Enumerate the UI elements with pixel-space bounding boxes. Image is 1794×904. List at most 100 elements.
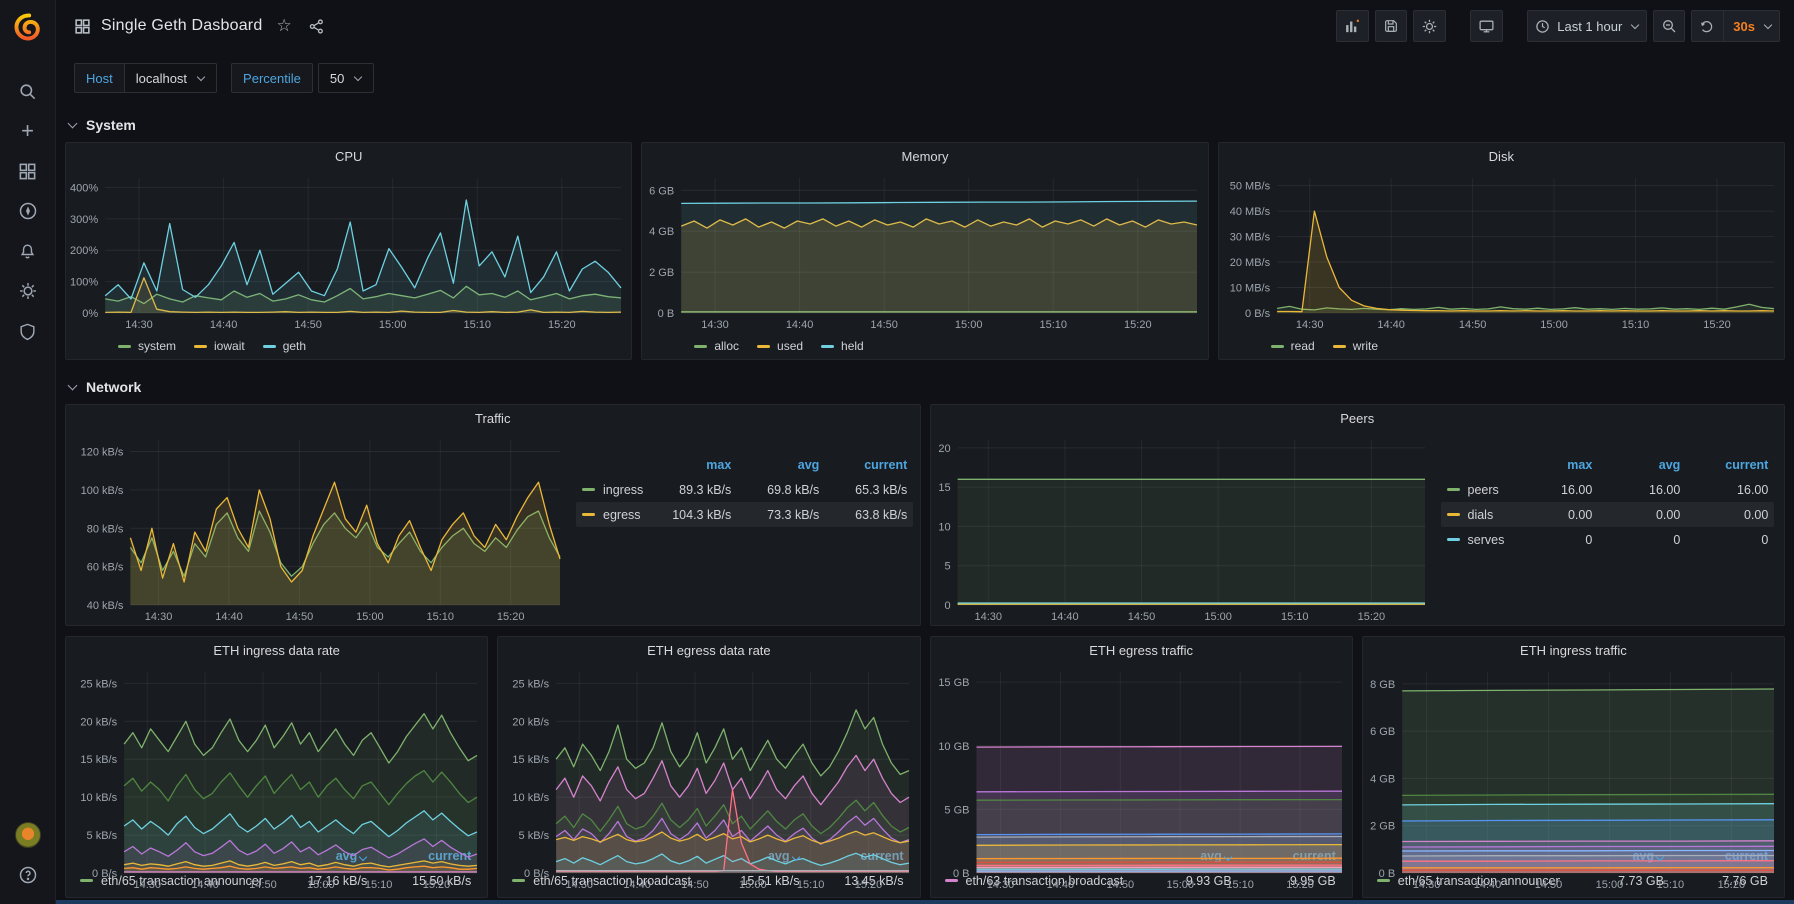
- zoom-out-time-button[interactable]: [1653, 10, 1685, 42]
- alerting-bell-icon[interactable]: [11, 238, 45, 264]
- eth-ingress-data-rate-chart[interactable]: 0 B/s5 kB/s10 kB/s15 kB/s20 kB/s25 kB/s1…: [66, 664, 487, 843]
- legend-row-serves[interactable]: serves000: [1441, 527, 1775, 552]
- legend-sort-header-current[interactable]: current: [819, 458, 907, 472]
- cpu-chart[interactable]: 0%100%200%300%400%14:3014:4014:5015:0015…: [66, 170, 631, 333]
- percentile-select[interactable]: 50: [318, 63, 374, 93]
- panel-title-disk[interactable]: Disk: [1219, 143, 1784, 170]
- legend-value: 16.00: [1504, 483, 1592, 497]
- dashboards-icon[interactable]: [11, 158, 45, 184]
- legend-row-egress[interactable]: egress104.3 kB/s73.3 kB/s63.8 kB/s: [576, 502, 913, 527]
- chevron-down-icon: [68, 380, 78, 390]
- search-icon[interactable]: [11, 78, 45, 104]
- legend-sort-header-max[interactable]: max: [1504, 458, 1592, 472]
- eth-egress-data-rate-chart[interactable]: 0 B/s5 kB/s10 kB/s15 kB/s20 kB/s25 kB/s1…: [498, 664, 919, 843]
- svg-text:80 kB/s: 80 kB/s: [87, 523, 124, 535]
- panel-title-peers[interactable]: Peers: [931, 405, 1785, 432]
- svg-text:15:10: 15:10: [1621, 319, 1649, 331]
- legend-item-label: iowait: [214, 339, 245, 353]
- user-avatar[interactable]: [15, 822, 41, 848]
- panel-title-eth-ingress-data-rate[interactable]: ETH ingress data rate: [66, 637, 487, 664]
- add-panel-button[interactable]: [1336, 10, 1369, 42]
- svg-text:15:00: 15:00: [379, 319, 407, 331]
- series-swatch: [757, 345, 770, 348]
- dashboard-settings-button[interactable]: [1413, 10, 1446, 42]
- grafana-logo[interactable]: [0, 0, 56, 54]
- panel-title-memory[interactable]: Memory: [642, 143, 1207, 170]
- eth-ingress-traffic-chart[interactable]: 0 B2 GB4 GB6 GB8 GB14:3014:4014:5015:001…: [1363, 664, 1784, 843]
- server-admin-shield-icon[interactable]: [11, 318, 45, 344]
- series-swatch: [1447, 488, 1460, 491]
- refresh-button[interactable]: 30s: [1691, 10, 1780, 42]
- legend-header-row: maxavgcurrent: [1441, 452, 1775, 477]
- panel-title-eth-ingress-traffic[interactable]: ETH ingress traffic: [1363, 637, 1784, 664]
- svg-text:15 kB/s: 15 kB/s: [80, 754, 117, 766]
- save-dashboard-button[interactable]: [1375, 10, 1407, 42]
- memory-chart[interactable]: 0 B2 GB4 GB6 GB14:3014:4014:5015:0015:10…: [642, 170, 1207, 333]
- legend-value: 16.00: [1680, 483, 1768, 497]
- legend-sort-header-current[interactable]: current: [1680, 458, 1768, 472]
- traffic-chart[interactable]: 40 kB/s60 kB/s80 kB/s100 kB/s120 kB/s14:…: [66, 432, 570, 625]
- svg-text:10 MB/s: 10 MB/s: [1229, 283, 1270, 295]
- explore-compass-icon[interactable]: [11, 198, 45, 224]
- svg-text:15:20: 15:20: [1703, 319, 1731, 331]
- svg-text:15 GB: 15 GB: [938, 677, 969, 689]
- legend-row-peers[interactable]: peers16.0016.0016.00: [1441, 477, 1775, 502]
- row-header-system[interactable]: System: [65, 112, 1785, 138]
- svg-text:10 kB/s: 10 kB/s: [80, 792, 117, 804]
- configuration-gear-icon[interactable]: [11, 278, 45, 304]
- legend-item-write[interactable]: write: [1333, 339, 1378, 353]
- svg-text:15:10: 15:10: [427, 611, 455, 623]
- legend-item-held[interactable]: held: [821, 339, 864, 353]
- legend-item-alloc[interactable]: alloc: [694, 339, 739, 353]
- legend-item-iowait[interactable]: iowait: [194, 339, 245, 353]
- star-icon[interactable]: ☆: [276, 16, 291, 36]
- host-select[interactable]: localhost: [124, 63, 217, 93]
- svg-text:100 kB/s: 100 kB/s: [81, 485, 124, 497]
- chart-svg: 0 B/s5 kB/s10 kB/s15 kB/s20 kB/s25 kB/s1…: [498, 664, 919, 893]
- share-icon[interactable]: [308, 18, 325, 35]
- svg-text:14:40: 14:40: [191, 879, 219, 891]
- legend-item-geth[interactable]: geth: [263, 339, 306, 353]
- peers-chart[interactable]: 0510152014:3014:4014:5015:0015:1015:20: [931, 432, 1435, 625]
- create-plus-icon[interactable]: +: [11, 118, 45, 144]
- series-swatch: [194, 345, 207, 348]
- page-title[interactable]: Single Geth Dasboard: [101, 17, 262, 35]
- svg-text:14:40: 14:40: [1051, 611, 1079, 623]
- legend-value: 0.00: [1680, 508, 1768, 522]
- kiosk-mode-button[interactable]: [1470, 10, 1503, 42]
- svg-text:14:50: 14:50: [294, 319, 322, 331]
- legend-sort-header-avg[interactable]: avg: [731, 458, 819, 472]
- row-header-network[interactable]: Network: [65, 374, 1785, 400]
- refresh-interval-label[interactable]: 30s: [1733, 19, 1755, 34]
- series-write: [1277, 211, 1774, 312]
- legend-sort-header-avg[interactable]: avg: [1592, 458, 1680, 472]
- svg-text:14:40: 14:40: [210, 319, 238, 331]
- help-icon[interactable]: [11, 862, 45, 888]
- chart-svg: 0510152014:3014:4014:5015:0015:1015:20: [931, 432, 1435, 625]
- legend-item-used[interactable]: used: [757, 339, 803, 353]
- svg-text:5 GB: 5 GB: [944, 804, 969, 816]
- dashboard-scroll-area[interactable]: System CPU 0%100%200%300%400%14:3014:401…: [56, 104, 1794, 904]
- svg-text:15:10: 15:10: [1656, 879, 1684, 891]
- svg-text:0: 0: [944, 600, 950, 612]
- panel-title-cpu[interactable]: CPU: [66, 143, 631, 170]
- legend-row-ingress[interactable]: ingress89.3 kB/s69.8 kB/s65.3 kB/s: [576, 477, 913, 502]
- legend-sort-header-max[interactable]: max: [643, 458, 731, 472]
- panel-title-eth-egress-traffic[interactable]: ETH egress traffic: [931, 637, 1352, 664]
- disk-chart[interactable]: 0 B/s10 MB/s20 MB/s30 MB/s40 MB/s50 MB/s…: [1219, 170, 1784, 333]
- panel-title-eth-egress-data-rate[interactable]: ETH egress data rate: [498, 637, 919, 664]
- panel-eth-egress-traffic: ETH egress traffic 0 B5 GB10 GB15 GB14:3…: [930, 636, 1353, 898]
- eth-egress-traffic-chart[interactable]: 0 B5 GB10 GB15 GB14:3014:4014:5015:0015:…: [931, 664, 1352, 843]
- legend-value: 0: [1680, 533, 1768, 547]
- legend-item-label: alloc: [714, 339, 739, 353]
- svg-text:15:10: 15:10: [365, 879, 393, 891]
- panel-title-traffic[interactable]: Traffic: [66, 405, 920, 432]
- svg-text:15:00: 15:00: [307, 879, 335, 891]
- legend-item-system[interactable]: system: [118, 339, 176, 353]
- svg-text:15:20: 15:20: [1124, 319, 1152, 331]
- series-#A9AEB8: [1402, 856, 1774, 857]
- svg-text:10: 10: [938, 521, 950, 533]
- legend-row-dials[interactable]: dials0.000.000.00: [1441, 502, 1775, 527]
- legend-item-read[interactable]: read: [1271, 339, 1315, 353]
- time-range-picker[interactable]: Last 1 hour: [1527, 10, 1647, 42]
